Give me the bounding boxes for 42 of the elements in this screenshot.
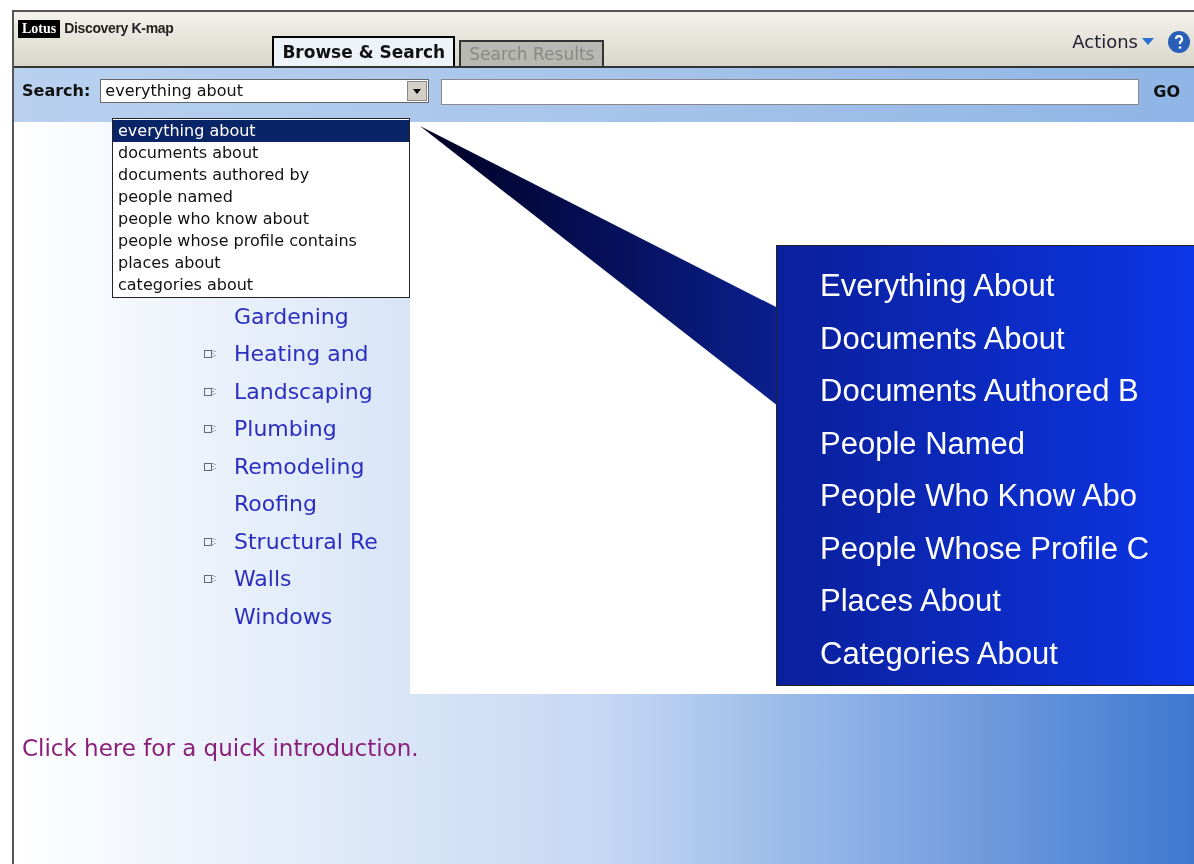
callout-item: Categories About [820, 634, 1059, 673]
logo: Lotus [18, 19, 61, 38]
dropdown-option[interactable]: categories about [113, 274, 409, 296]
search-label: Search: [22, 80, 91, 102]
callout-item: People Whose Profile C [820, 529, 1151, 568]
expand-icon[interactable] [204, 536, 218, 547]
search-type-select[interactable]: everything about [100, 79, 430, 103]
tab[interactable]: Browse & Search [272, 36, 456, 66]
search-field[interactable] [441, 79, 1140, 105]
category-link[interactable]: Windows [234, 605, 333, 628]
dropdown-option[interactable]: documents about [113, 142, 409, 164]
callout-item: Documents Authored B [820, 372, 1140, 410]
expand-icon[interactable] [204, 349, 218, 360]
category-link[interactable]: Roofing [234, 493, 317, 516]
callout-item: Everything About [820, 267, 1056, 305]
app-title: Discovery K-map [64, 19, 174, 38]
category-link[interactable]: Gardening [234, 305, 349, 328]
expand-icon[interactable] [204, 386, 218, 397]
callout-item: People Named [820, 424, 1027, 463]
dropdown-option[interactable]: people whose profile contains [113, 230, 409, 252]
expand-icon[interactable] [204, 461, 218, 472]
category-link[interactable]: Landscaping [234, 380, 373, 403]
category-link[interactable]: Structural Re [234, 530, 378, 553]
category-link[interactable]: Plumbing [234, 418, 337, 441]
category-link[interactable]: Remodeling [234, 455, 365, 478]
intro-link[interactable]: Click here for a quick introduction. [22, 730, 419, 765]
dropdown-option[interactable]: everything about [113, 120, 409, 142]
help-icon[interactable] [1168, 30, 1190, 53]
callout-item: Places About [820, 582, 1002, 620]
callout-item: Documents About [820, 319, 1066, 358]
dropdown-option[interactable]: places about [113, 252, 409, 274]
category-link[interactable]: Heating and [234, 343, 369, 366]
expand-icon[interactable] [204, 574, 218, 585]
actions-menu[interactable]: Actions [1072, 28, 1154, 55]
dropdown-option[interactable]: people named [113, 186, 409, 208]
dropdown-option[interactable]: people who know about [113, 208, 409, 230]
caret-icon [1142, 38, 1154, 45]
go-button[interactable]: GO [1153, 79, 1181, 105]
callout-item: People Who Know Abo [820, 477, 1139, 515]
category-link[interactable]: Walls [234, 568, 292, 591]
dropdown-option[interactable]: documents authored by [113, 164, 409, 186]
expand-icon[interactable] [204, 424, 218, 435]
